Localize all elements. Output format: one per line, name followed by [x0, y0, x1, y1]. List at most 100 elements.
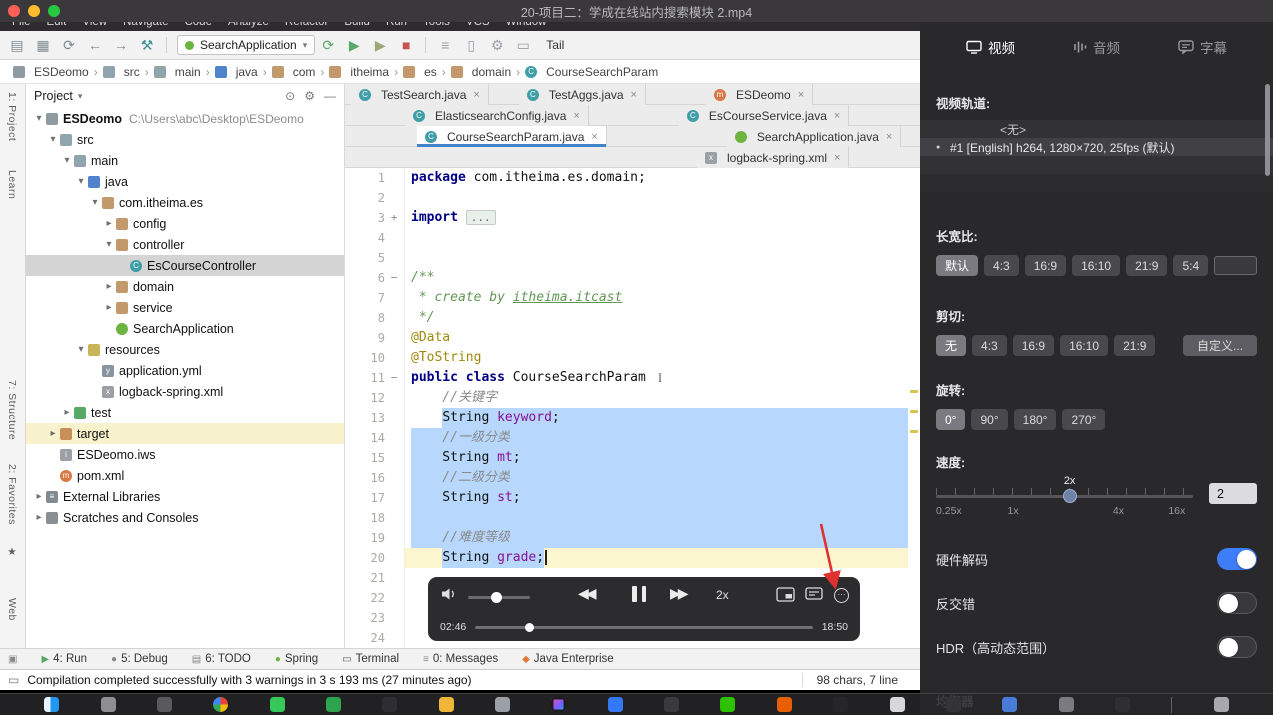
statusbar-spring[interactable]: ● Spring [275, 653, 318, 665]
tree-item-esdeomo[interactable]: ▾ ESDeomo C:\Users\abc\Desktop\ESDeomo [26, 108, 344, 129]
tree-expanded-arrow-icon[interactable]: ▾ [74, 176, 88, 187]
editor-tab-testsearch-java[interactable]: C TestSearch.java × [351, 84, 489, 105]
statusbar-6-todo[interactable]: ▤ 6: TODO [192, 653, 251, 665]
tree-item-config[interactable]: ▸ config [26, 213, 344, 234]
tree-item-esdeomo-iws[interactable]: i ESDeomo.iws [26, 444, 344, 465]
menu-refactor[interactable]: Refactor [285, 22, 328, 28]
dock-app-blue-2-icon[interactable] [1002, 697, 1018, 712]
close-tab-icon[interactable]: × [834, 110, 840, 122]
coverage-icon[interactable]: ▶ [371, 37, 389, 54]
tool-stripe-1-project[interactable]: 1: Project [6, 92, 18, 141]
code-line-7[interactable]: 7 * create by itheima.itcast [345, 288, 920, 308]
tree-item-external-libraries[interactable]: ▸ ≡ External Libraries [26, 486, 344, 507]
code-line-19[interactable]: 19 //难度等级 [345, 528, 920, 548]
panel-tab-video[interactable]: 视频 [966, 37, 1015, 57]
speed-slider-thumb[interactable] [1062, 489, 1077, 503]
rerun-icon[interactable]: ⟳ [319, 37, 337, 54]
crop-option-16-10[interactable]: 16:10 [1060, 335, 1109, 356]
editor-tab-logback-spring-xml[interactable]: x logback-spring.xml × [697, 147, 850, 168]
dock-firefox-icon[interactable] [776, 697, 792, 712]
close-tab-icon[interactable]: × [573, 110, 579, 122]
settings-icon[interactable]: ⚙ [488, 37, 506, 54]
code-line-2[interactable]: 2 [345, 188, 920, 208]
aspect-option-21-9[interactable]: 21:9 [1126, 255, 1168, 276]
dock-app-dark-2-icon[interactable] [833, 697, 849, 712]
dock-app-dark-1-icon[interactable] [664, 697, 680, 712]
tool-stripe-item-4[interactable]: ★ [6, 546, 18, 559]
menu-analyze[interactable]: Analyze [228, 22, 269, 28]
editor-tab-testaggs-java[interactable]: C TestAggs.java × [518, 84, 646, 105]
crop-option-5[interactable]: 自定义... [1182, 335, 1257, 356]
tree-item-searchapplication[interactable]: SearchApplication [26, 318, 344, 339]
aspect-option-5-4[interactable]: 5:4 [1173, 255, 1209, 276]
tool-stripe-web[interactable]: Web [6, 598, 18, 621]
breadcrumb-item-coursesearchparam[interactable]: C CourseSearchParam [522, 65, 661, 79]
locate-file-icon[interactable]: ⊙ [285, 89, 295, 103]
search-icon[interactable]: ≡ [436, 37, 454, 53]
tool-stripe-7-structure[interactable]: 7: Structure [6, 380, 18, 440]
tree-item-com-itheima-es[interactable]: ▾ com.itheima.es [26, 192, 344, 213]
pause-button[interactable] [632, 586, 646, 602]
tree-item-scratches-and-consoles[interactable]: ▸ Scratches and Consoles [26, 507, 344, 528]
dock-app-gray-2-icon[interactable] [1058, 697, 1074, 712]
crop-option-0[interactable]: 无 [936, 335, 967, 356]
menu-code[interactable]: Code [184, 22, 212, 28]
code-editor[interactable]: 1 package com.itheima.es.domain; 2 3 + import… [345, 168, 920, 648]
tree-expanded-arrow-icon[interactable]: ▾ [32, 113, 46, 124]
speed-slider[interactable]: 2x [936, 475, 1193, 505]
menu-window[interactable]: Window [506, 22, 547, 28]
dock-wechat-icon[interactable] [720, 697, 736, 712]
dock-screen-app-icon[interactable] [157, 697, 173, 712]
code-line-13[interactable]: 13 String keyword; [345, 408, 920, 428]
forward-icon[interactable]: → [112, 37, 130, 53]
close-tab-icon[interactable]: × [798, 89, 804, 101]
toggle-hardware-decoding[interactable] [1217, 548, 1257, 570]
code-line-11[interactable]: 11− public class CourseSearchParam I [345, 368, 920, 388]
video-track-row-3[interactable] [920, 174, 1273, 192]
dock-app-blue-1-icon[interactable] [607, 697, 623, 712]
code-line-1[interactable]: 1 package com.itheima.es.domain; [345, 168, 920, 188]
code-line-12[interactable]: 12 //关键字 [345, 388, 920, 408]
video-track-row-2[interactable] [920, 156, 1273, 174]
code-line-8[interactable]: 8 */ [345, 308, 920, 328]
menu-file[interactable]: File [12, 22, 31, 28]
panel-tab-subtitle[interactable]: 字幕 [1178, 37, 1227, 57]
menu-run[interactable]: Run [386, 22, 407, 28]
breadcrumb-item-es[interactable]: es [400, 65, 440, 79]
code-line-5[interactable]: 5 [345, 248, 920, 268]
breadcrumb-item-main[interactable]: main [151, 65, 204, 79]
tree-item-escoursecontroller[interactable]: C EsCourseController [26, 255, 344, 276]
toggle-hdr[interactable] [1217, 636, 1257, 658]
project-panel-title[interactable]: Project [34, 89, 73, 103]
tail-label[interactable]: Tail [546, 38, 564, 52]
pip-icon[interactable] [776, 587, 795, 607]
tree-collapsed-arrow-icon[interactable]: ▸ [60, 407, 74, 418]
video-track-row-1[interactable]: ● #1 [English] h264, 1280×720, 25fps (默认) [920, 138, 1273, 156]
crop-option-21-9[interactable]: 21:9 [1114, 335, 1156, 356]
tree-expanded-arrow-icon[interactable]: ▾ [46, 134, 60, 145]
fast-forward-button[interactable]: ▶▶ [670, 585, 688, 602]
breadcrumb-item-domain[interactable]: domain [448, 65, 514, 79]
menu-tools[interactable]: Tools [423, 22, 450, 28]
panel-tab-audio[interactable]: 音频 [1073, 37, 1120, 57]
menu-build[interactable]: Build [344, 22, 370, 28]
tree-expanded-arrow-icon[interactable]: ▾ [88, 197, 102, 208]
code-line-15[interactable]: 15 String mt; [345, 448, 920, 468]
statusbar-5-debug[interactable]: ● 5: Debug [111, 653, 168, 665]
progress-bar[interactable] [475, 622, 813, 632]
dock-finder-icon[interactable] [44, 697, 60, 712]
back-icon[interactable]: ← [86, 37, 104, 53]
save-icon[interactable]: ▦ [34, 37, 52, 54]
dock-app-dark-4-icon[interactable] [1114, 697, 1130, 712]
dock-app-gray-1-icon[interactable] [495, 697, 511, 712]
tree-collapsed-arrow-icon[interactable]: ▸ [102, 281, 116, 292]
rotation-option-90[interactable]: 90° [971, 409, 1008, 430]
window-titlebar[interactable]: 20-项目二：学成在线站内搜索模块 2.mp4 [0, 0, 1273, 22]
subtitle-icon[interactable] [805, 587, 823, 607]
close-tab-icon[interactable]: × [591, 131, 597, 143]
aspect-option-16-10[interactable]: 16:10 [1072, 255, 1121, 276]
run-icon[interactable]: ▶ [345, 37, 363, 54]
editor-tab-escourseservice-java[interactable]: C EsCourseService.java × [678, 105, 850, 126]
panel-scrollbar[interactable] [1265, 84, 1270, 176]
code-line-14[interactable]: 14 //一级分类 [345, 428, 920, 448]
